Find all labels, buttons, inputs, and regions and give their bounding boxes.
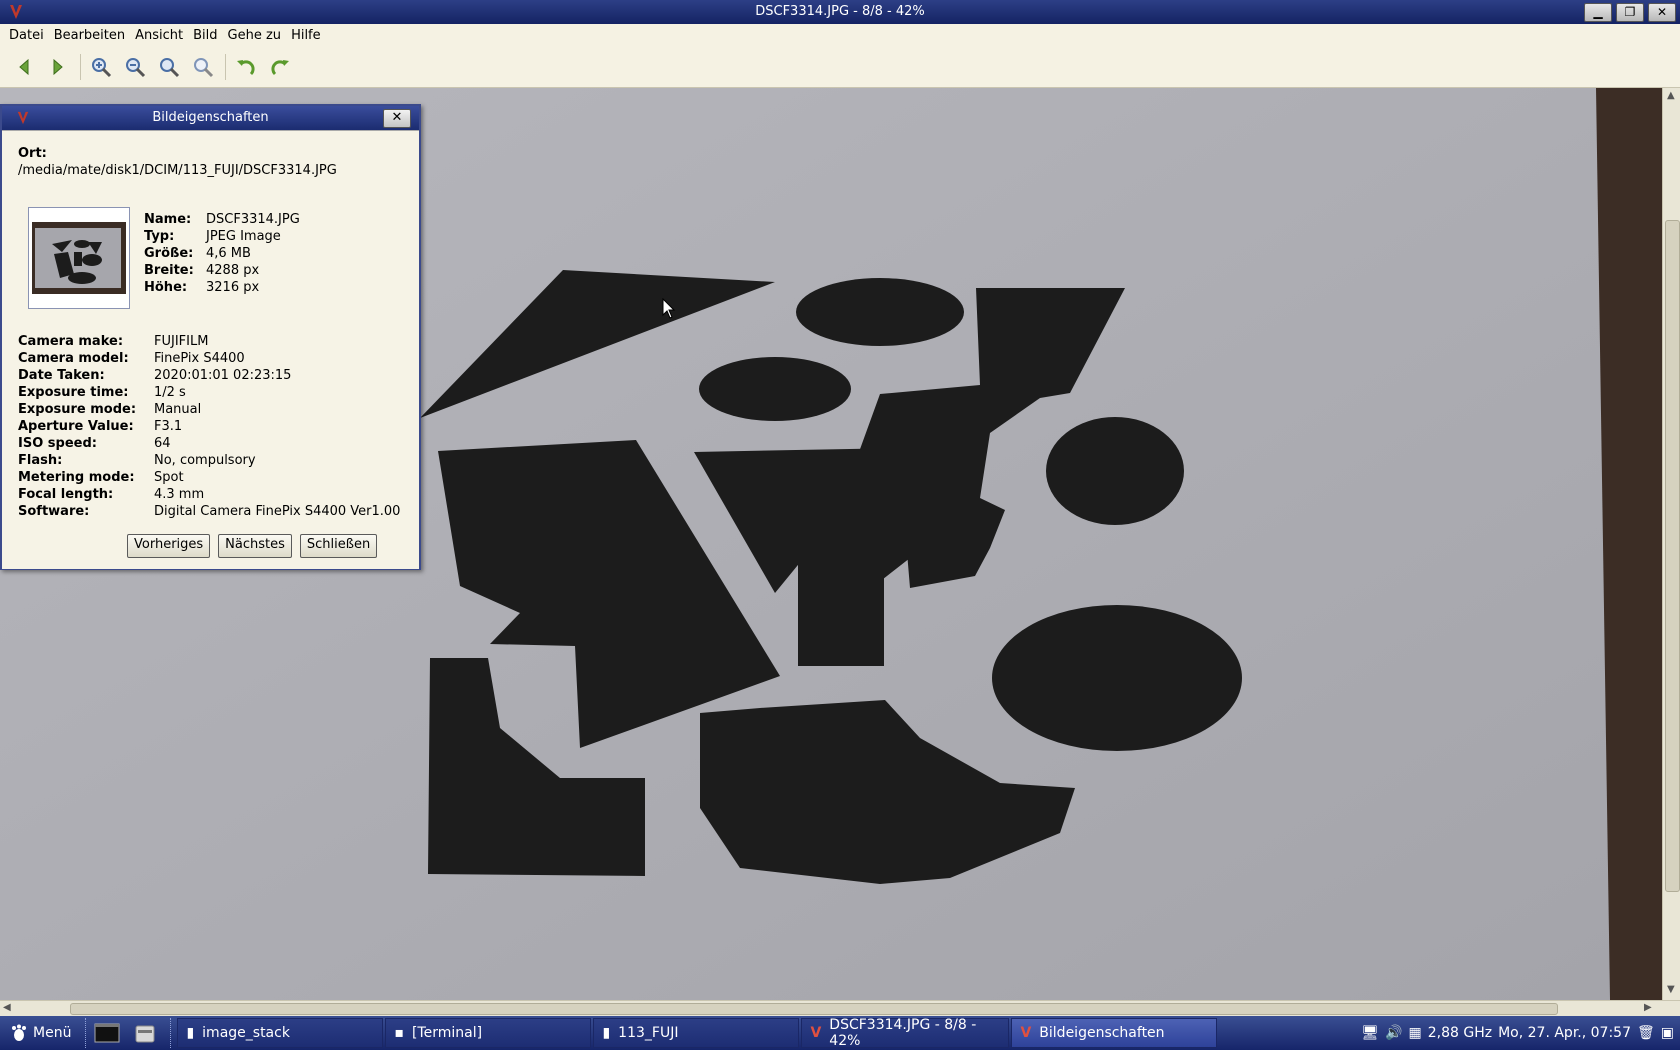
close-button[interactable]: Schließen: [299, 534, 378, 558]
task-bildeigenschaften[interactable]: V Bildeigenschaften: [1011, 1018, 1218, 1048]
maximize-button[interactable]: ❐: [1616, 3, 1644, 22]
minimize-button[interactable]: ▁: [1584, 3, 1612, 22]
taskbar: Menü ▮ image_stack ▪ [Terminal] ▮ 113_FU…: [0, 1016, 1680, 1050]
exif-row: Exposure time: 1/2 s: [18, 385, 186, 400]
info-row-name: Name: DSCF3314.JPG: [144, 212, 300, 227]
exif-info: Camera make: FUJIFILM Camera model: FinePi…: [18, 333, 400, 520]
window-close-button[interactable]: ✕: [1648, 3, 1676, 22]
menubar: Datei Bearbeiten Ansicht Bild Gehe zu Hi…: [0, 24, 1680, 46]
start-menu-label: Menü: [33, 1025, 72, 1041]
menu-bild[interactable]: Bild: [188, 28, 222, 43]
app-logo-icon: V: [810, 1025, 822, 1041]
menu-datei[interactable]: Datei: [4, 28, 49, 43]
menu-ansicht[interactable]: Ansicht: [130, 28, 188, 43]
info-row-height: Höhe: 3216 px: [144, 280, 260, 295]
dialog-title: Bildeigenschaften: [152, 110, 269, 125]
exif-row: ISO speed: 64: [18, 436, 171, 451]
scroll-up-icon[interactable]: ▲: [1667, 90, 1675, 101]
scroll-right-icon[interactable]: ▶: [1644, 1002, 1652, 1013]
taskbar-separator: [170, 1018, 175, 1048]
folder-icon: ▮: [602, 1025, 611, 1041]
system-tray: 🖥 🔊 ▦ 2,88 GHz Mo, 27. Apr., 07:57 🗑 ▣: [1361, 1016, 1680, 1050]
info-row-width: Breite: 4288 px: [144, 263, 260, 278]
basic-info: Name: DSCF3314.JPG Typ: JPEG Image Größe: 4…: [144, 211, 300, 296]
file-manager-launcher-icon[interactable]: [130, 1020, 160, 1046]
horizontal-scroll-thumb[interactable]: [70, 1003, 1558, 1015]
next-button[interactable]: Nächstes: [218, 534, 292, 558]
app-logo-icon: [17, 111, 29, 125]
exif-row: Camera model: FinePix S4400: [18, 351, 245, 366]
info-row-size: Größe: 4,6 MB: [144, 246, 251, 261]
terminal-icon: ▪: [394, 1025, 404, 1041]
scroll-left-icon[interactable]: ◀: [3, 1002, 11, 1013]
horizontal-scrollbar[interactable]: ◀ ▶: [0, 1000, 1680, 1016]
task-image-viewer[interactable]: V DSCF3314.JPG - 8/8 - 42%: [801, 1017, 1010, 1049]
volume-icon[interactable]: 🔊: [1385, 1025, 1402, 1041]
exif-row: Flash: No, compulsory: [18, 453, 256, 468]
exif-row: Aperture Value: F3.1: [18, 419, 183, 434]
cpu-icon: ▦: [1408, 1025, 1422, 1041]
task-113-fuji[interactable]: ▮ 113_FUJI: [593, 1018, 800, 1048]
image-properties-dialog: Bildeigenschaften ✕ Ort: /media/mate/dis…: [0, 104, 421, 570]
previous-button[interactable]: Vorheriges: [127, 534, 211, 558]
zoom-in-icon[interactable]: [87, 53, 115, 81]
zoom-out-icon[interactable]: [121, 53, 149, 81]
vertical-scrollbar[interactable]: ▲ ▼: [1662, 88, 1680, 1000]
arrow-right-icon[interactable]: [44, 53, 72, 81]
cpu-frequency: 2,88 GHz: [1427, 1025, 1493, 1041]
mouse-cursor-icon: [662, 298, 676, 319]
dialog-buttons: Vorheriges Nächstes Schließen: [127, 534, 378, 558]
exif-row: Focal length: 4.3 mm: [18, 487, 205, 502]
app-logo-icon: [10, 5, 22, 19]
network-icon[interactable]: 🖥: [1361, 1025, 1379, 1041]
vertical-scroll-thumb[interactable]: [1665, 220, 1680, 892]
exif-row: Date Taken: 2020:01:01 02:23:15: [18, 368, 292, 383]
task-image-stack[interactable]: ▮ image_stack: [177, 1018, 384, 1048]
dialog-close-button[interactable]: ✕: [383, 109, 411, 128]
terminal-launcher-icon[interactable]: [92, 1020, 122, 1046]
gnome-foot-icon: [12, 1024, 26, 1041]
rotate-right-icon[interactable]: [266, 53, 294, 81]
scroll-down-icon[interactable]: ▼: [1667, 984, 1675, 995]
exif-row: Metering mode: Spot: [18, 470, 184, 485]
dialog-titlebar[interactable]: Bildeigenschaften ✕: [2, 106, 419, 130]
window-titlebar: DSCF3314.JPG - 8/8 - 42% ▁ ❐ ✕: [0, 0, 1680, 24]
location-path: /media/mate/disk1/DCIM/113_FUJI/DSCF3314…: [18, 163, 337, 178]
trash-icon[interactable]: 🗑: [1637, 1025, 1655, 1041]
rotate-left-icon[interactable]: [232, 53, 260, 81]
taskbar-separator: [85, 1018, 90, 1048]
start-menu-button[interactable]: Menü: [0, 1016, 83, 1050]
menu-gehe-zu[interactable]: Gehe zu: [223, 28, 287, 43]
app-logo-icon: V: [1020, 1025, 1032, 1041]
image-thumbnail: [28, 207, 130, 309]
location-label: Ort:: [18, 146, 47, 161]
arrow-left-icon[interactable]: [10, 53, 38, 81]
folder-icon: ▮: [186, 1025, 195, 1041]
zoom-fit-icon[interactable]: [155, 53, 183, 81]
exif-row: Exposure mode: Manual: [18, 402, 202, 417]
toolbar-separator: [80, 53, 81, 80]
toolbar: [0, 46, 1680, 88]
clock[interactable]: Mo, 27. Apr., 07:57: [1498, 1025, 1631, 1041]
menu-bearbeiten[interactable]: Bearbeiten: [49, 28, 130, 43]
menu-hilfe[interactable]: Hilfe: [286, 28, 326, 43]
exif-row: Camera make: FUJIFILM: [18, 334, 209, 349]
exif-row: Software: Digital Camera FinePix S4400 Ve…: [18, 504, 401, 519]
toolbar-separator: [225, 53, 226, 80]
zoom-original-icon[interactable]: [189, 53, 217, 81]
task-terminal[interactable]: ▪ [Terminal]: [385, 1018, 592, 1048]
dialog-body: Ort: /media/mate/disk1/DCIM/113_FUJI/DSC…: [2, 130, 419, 569]
show-desktop-icon[interactable]: ▣: [1661, 1025, 1674, 1041]
window-title: DSCF3314.JPG - 8/8 - 42%: [755, 4, 925, 19]
info-row-type: Typ: JPEG Image: [144, 229, 281, 244]
